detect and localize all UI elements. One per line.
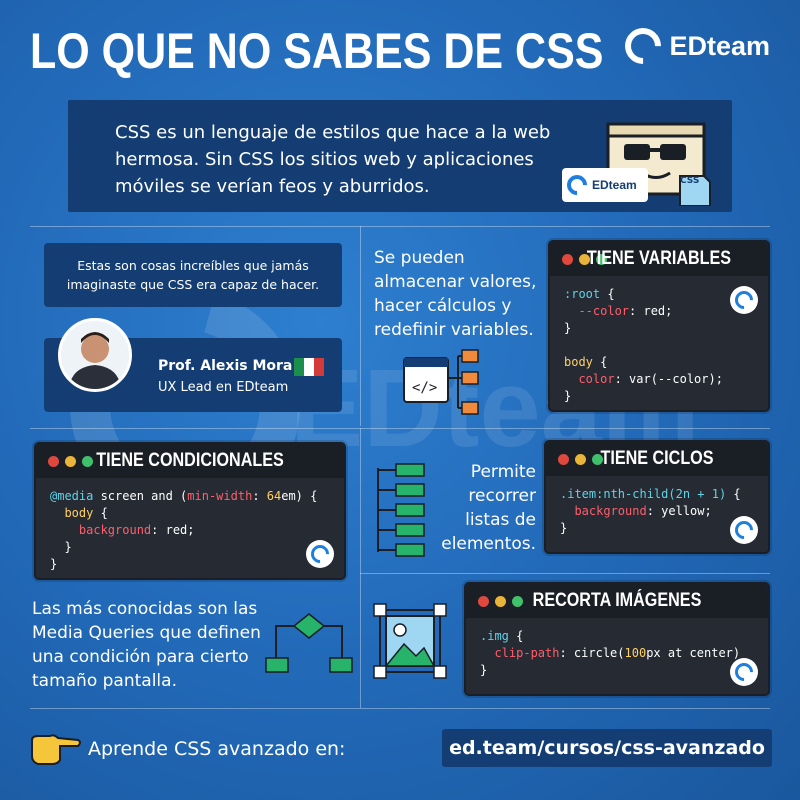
code-snippet: .img { clip-path: circle(100px at center… [480, 629, 741, 677]
code-card-title: TIENE CICLOS [600, 448, 714, 469]
quote-box: Estas son cosas increíbles que jamás ima… [44, 243, 342, 307]
brand-name: EDteam [669, 30, 770, 61]
person-icon [69, 332, 121, 389]
author-avatar [58, 318, 132, 392]
code-card-title: RECORTA IMÁGENES [532, 590, 702, 611]
window-dot-icon [478, 595, 489, 607]
code-card-header: TIENE CICLOS [546, 442, 768, 476]
course-link[interactable]: ed.team/cursos/css-avanzado [442, 729, 772, 767]
edteam-logo-icon [562, 170, 592, 200]
css-file-badge: CSS [680, 176, 700, 186]
divider [30, 428, 770, 429]
code-window-diagram-icon: </> [403, 349, 479, 415]
author-name: Prof. Alexis Mora [158, 358, 293, 374]
cta-text: Aprende CSS avanzado en: [88, 738, 346, 760]
edteam-logo-icon [617, 20, 669, 72]
divider [360, 428, 361, 708]
code-card-header: TIENE VARIABLES [550, 242, 768, 276]
divider [30, 708, 770, 709]
window-dot-icon [48, 455, 59, 467]
loops-code-card: TIENE CICLOS .item:nth-child(2n + 1) { b… [544, 440, 770, 554]
loops-text: Permite recorrer listas de elementos. [441, 462, 536, 554]
code-card-header: TIENE CONDICIONALES [36, 444, 344, 478]
edteam-logo-icon [730, 286, 758, 314]
flowchart-icon [265, 613, 353, 673]
author-role: UX Lead en EDteam [158, 380, 289, 395]
svg-text:</>: </> [412, 380, 437, 396]
list-tree-icon [377, 463, 425, 557]
intro-card-label: EDteam [592, 178, 637, 192]
code-card-title: TIENE VARIABLES [586, 248, 732, 269]
image-crop-icon [373, 603, 447, 679]
mexico-flag-icon [294, 358, 324, 376]
divider [360, 226, 361, 426]
edteam-logo-icon [730, 516, 758, 544]
conditionals-code-card: TIENE CONDICIONALES @media screen and (m… [34, 442, 346, 580]
conditionals-text: Las más conocidas son las Media Queries … [32, 599, 261, 691]
divider [30, 226, 770, 227]
page-title: LO QUE NO SABES DE CSS [30, 23, 604, 79]
intro-text: CSS es un lenguaje de estilos que hace a… [115, 122, 551, 197]
pointing-hand-icon [31, 734, 81, 765]
code-card-title: TIENE CONDICIONALES [96, 450, 284, 471]
code-snippet: @media screen and (min-width: 64em) { bo… [50, 489, 318, 571]
variables-code-card: TIENE VARIABLES :root { --color: red; } … [548, 240, 770, 412]
variables-text: Se pueden almacenar valores, hacer cálcu… [374, 248, 537, 340]
edteam-logo-icon [730, 658, 758, 686]
clip-code-card: RECORTA IMÁGENES .img { clip-path: circl… [464, 582, 770, 696]
brand-logo[interactable]: EDteam [617, 20, 770, 72]
divider [360, 573, 770, 574]
intro-edteam-card: EDteam [562, 168, 648, 202]
code-card-header: RECORTA IMÁGENES [466, 584, 768, 618]
edteam-logo-icon [306, 540, 334, 568]
